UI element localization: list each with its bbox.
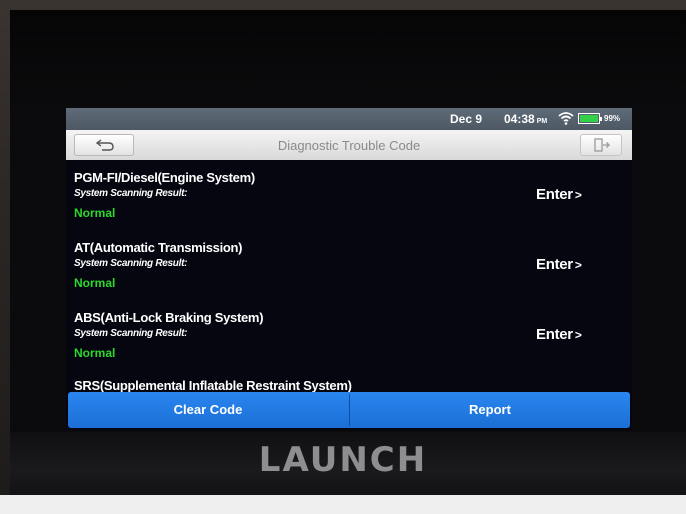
status-time-value: 04:38 — [504, 112, 535, 126]
status-bar: Dec 9 04:38 PM 99% — [66, 108, 632, 130]
system-name: PGM-FI/Diesel(Engine System) — [74, 170, 255, 185]
battery-fill — [580, 115, 598, 122]
brand-logo: LAUNCH — [258, 440, 428, 480]
enter-label: Enter — [536, 256, 573, 273]
device-bezel — [10, 10, 686, 110]
table-surface — [0, 495, 686, 514]
battery-nub — [600, 117, 602, 121]
status-date: Dec 9 — [450, 112, 483, 126]
report-button[interactable]: Report — [350, 392, 630, 428]
wifi-icon — [558, 112, 574, 125]
battery-percent: 99% — [604, 114, 621, 123]
system-item-abs[interactable]: ABS(Anti-Lock Braking System) System Sca… — [66, 300, 632, 370]
system-name: ABS(Anti-Lock Braking System) — [74, 310, 264, 325]
system-scan-caption: System Scanning Result: — [74, 188, 188, 199]
status-ampm: PM — [536, 118, 548, 125]
status-time: 04:38 PM — [504, 112, 547, 126]
system-scan-caption: System Scanning Result: — [74, 258, 188, 269]
title-bar: Diagnostic Trouble Code — [66, 130, 632, 160]
device-screen: Dec 9 04:38 PM 99% Diagnostic Trouble Cod… — [66, 108, 632, 430]
system-item-engine[interactable]: PGM-FI/Diesel(Engine System) System Scan… — [66, 160, 632, 230]
system-item-srs[interactable]: SRS(Supplemental Inflatable Restraint Sy… — [66, 370, 632, 392]
chevron-right-icon: > — [574, 188, 582, 202]
system-scan-result: Normal — [74, 276, 116, 290]
enter-label: Enter — [536, 326, 573, 343]
exit-door-icon — [594, 138, 610, 152]
system-item-transmission[interactable]: AT(Automatic Transmission) System Scanni… — [66, 230, 632, 300]
battery-icon — [578, 113, 602, 124]
system-scan-caption: System Scanning Result: — [74, 328, 188, 339]
enter-button[interactable]: Enter > — [536, 326, 582, 343]
enter-button[interactable]: Enter > — [536, 256, 582, 273]
clear-code-button[interactable]: Clear Code — [68, 392, 348, 428]
chevron-right-icon: > — [574, 258, 582, 272]
page-title: Diagnostic Trouble Code — [277, 138, 421, 153]
enter-button[interactable]: Enter > — [536, 186, 582, 203]
system-scan-result: Normal — [74, 206, 116, 220]
system-scan-result: Normal — [74, 346, 116, 360]
action-bar: Clear Code Report — [68, 392, 630, 428]
enter-label: Enter — [536, 186, 573, 203]
system-name: AT(Automatic Transmission) — [74, 240, 243, 255]
chevron-right-icon: > — [574, 328, 582, 342]
system-list: PGM-FI/Diesel(Engine System) System Scan… — [66, 160, 632, 392]
exit-button[interactable] — [580, 134, 622, 156]
system-name: SRS(Supplemental Inflatable Restraint Sy… — [74, 378, 352, 392]
